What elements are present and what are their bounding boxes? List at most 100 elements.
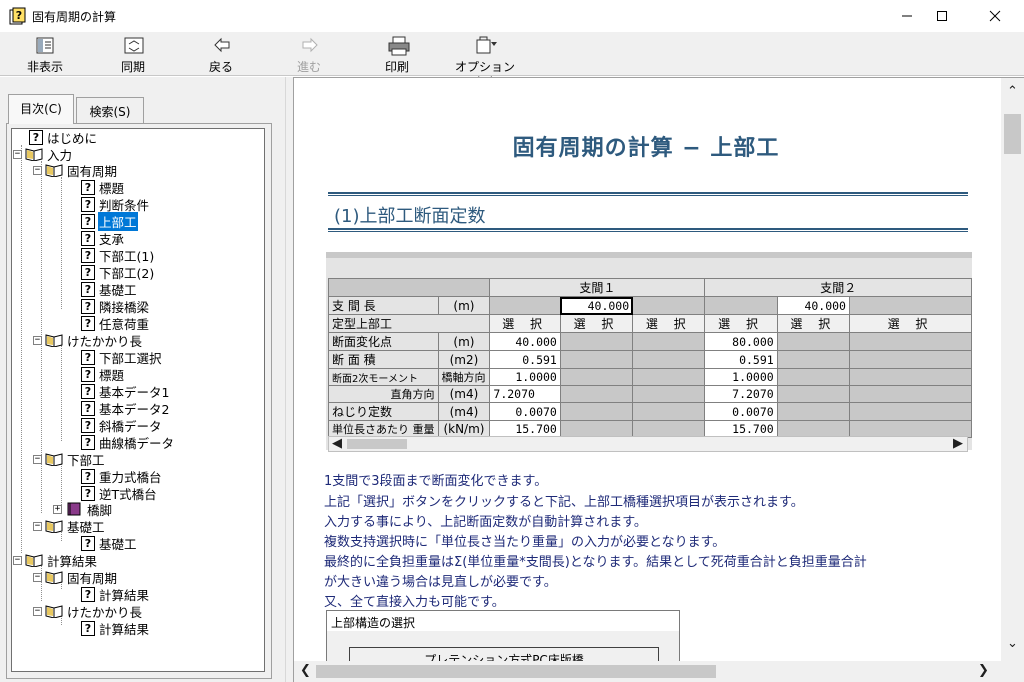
body-text-line: 最終的に全負担重量はΣ(単位重量*支間長)となります。結果として死荷重合計と負担… xyxy=(324,555,867,570)
collapse-icon[interactable]: − xyxy=(33,454,42,464)
row-label: 支 間 長 xyxy=(328,296,439,315)
tree-item[interactable]: ? 隣接橋梁 xyxy=(81,298,150,315)
select-button[interactable]: 選 択 xyxy=(704,314,778,333)
value-cell[interactable]: 40.000 xyxy=(489,332,561,351)
select-button[interactable]: 選 択 xyxy=(776,314,850,333)
tree-item[interactable]: ? 基礎工 xyxy=(81,281,138,298)
value-cell[interactable]: 80.000 xyxy=(704,332,778,351)
tree-item[interactable]: − 固有周期 xyxy=(33,162,118,179)
span2-length-cell[interactable]: 40.000 xyxy=(776,296,850,315)
value-cell[interactable]: 0.0070 xyxy=(489,402,561,421)
collapse-icon[interactable]: − xyxy=(13,149,22,159)
tree-item[interactable]: + 橋脚 xyxy=(53,501,113,518)
help-page-icon: ? xyxy=(81,230,95,246)
help-page-icon: ? xyxy=(81,298,95,314)
tree-item[interactable]: − 固有周期 xyxy=(33,569,118,586)
scroll-down-icon[interactable]: ⌄ xyxy=(1007,636,1018,651)
tree-item-selected[interactable]: ? 上部工 xyxy=(81,211,138,231)
tree-item[interactable]: − けたかかり長 xyxy=(33,332,143,349)
select-button[interactable]: 選 択 xyxy=(848,314,973,333)
pane-splitter[interactable] xyxy=(285,77,293,682)
tree-item[interactable]: ? 標題 xyxy=(81,366,125,383)
scroll-right-icon[interactable]: ❯ xyxy=(978,663,989,678)
tree-item[interactable]: − けたかかり長 xyxy=(33,603,143,620)
tree-item[interactable]: ? 斜橋データ xyxy=(81,417,163,434)
collapse-icon[interactable]: − xyxy=(33,521,42,531)
value-cell[interactable]: 7.2070 xyxy=(704,385,778,403)
scroll-left-icon[interactable]: ◀ xyxy=(332,436,342,451)
options-button[interactable]: オプション(O) xyxy=(450,32,520,89)
value-cell[interactable]: 1.0000 xyxy=(704,368,778,386)
scroll-thumb[interactable] xyxy=(347,439,407,449)
tree-item[interactable]: ? 判断条件 xyxy=(81,196,150,213)
sync-button[interactable]: 同期 xyxy=(98,32,168,76)
scroll-thumb[interactable] xyxy=(316,665,716,678)
print-button[interactable]: 印刷 xyxy=(362,32,432,76)
tree-item[interactable]: ? 標題 xyxy=(81,179,125,196)
tree-item[interactable]: ? 基本データ1 xyxy=(81,383,170,400)
help-content-pane: 固有周期の計算 − 上部工 (1)上部工断面定数 支間１ 支間２ 支 間 長 (… xyxy=(293,77,1024,682)
tree-item[interactable]: ? 計算結果 xyxy=(81,620,150,637)
maximize-button[interactable] xyxy=(919,0,965,32)
tree-item[interactable]: ? 基礎工 xyxy=(81,535,138,552)
help-page-icon: ? xyxy=(81,417,95,433)
tree-item[interactable]: ? 重力式橋台 xyxy=(81,468,163,485)
open-book-icon xyxy=(45,334,63,347)
svg-text:?: ? xyxy=(16,9,22,22)
select-button[interactable]: 選 択 xyxy=(632,314,706,333)
tree-item[interactable]: − 入力 xyxy=(13,146,73,163)
body-text-line: 入力する事により、上記断面定数が自動計算されます。 xyxy=(324,515,647,530)
span1-length-cell[interactable]: 40.000 xyxy=(559,296,634,315)
tree-item[interactable]: ? 下部工(1) xyxy=(81,247,155,264)
collapse-icon[interactable]: − xyxy=(13,555,22,565)
row-sublabel: 橋軸方向 xyxy=(437,368,491,386)
tree-item[interactable]: ? 基本データ2 xyxy=(81,400,170,417)
tree-item[interactable]: ? 曲線橋データ xyxy=(81,434,175,451)
collapse-icon[interactable]: − xyxy=(33,606,42,616)
value-cell[interactable]: 0.591 xyxy=(489,350,561,369)
tree-item[interactable]: ? 下部工選択 xyxy=(81,349,163,366)
grid-horizontal-scrollbar[interactable]: ◀ ▶ xyxy=(328,436,968,452)
select-button[interactable]: 選 択 xyxy=(489,314,561,333)
content-horizontal-scrollbar[interactable]: ❮ ❯ xyxy=(294,661,1001,682)
section-properties-grid-image: 支間１ 支間２ 支 間 長 (m) 40.000 40.000 定型上部工 選 … xyxy=(326,252,973,452)
value-cell[interactable]: 0.591 xyxy=(704,350,778,369)
unit-label: (kN/m) xyxy=(437,420,491,438)
collapse-icon[interactable]: − xyxy=(33,335,42,345)
value-cell[interactable]: 15.700 xyxy=(489,420,561,438)
tree-item[interactable]: ? 計算結果 xyxy=(81,586,150,603)
body-text-line: が大きい違う場合は見直しが必要です。 xyxy=(324,575,557,590)
help-page-icon: ? xyxy=(81,620,95,636)
value-cell[interactable]: 0.0070 xyxy=(704,402,778,421)
row-label: 断面変化点 xyxy=(328,332,439,351)
content-vertical-scrollbar[interactable]: ⌃ ⌄ xyxy=(1001,78,1024,661)
scroll-left-icon[interactable]: ❮ xyxy=(300,663,311,678)
scroll-right-icon[interactable]: ▶ xyxy=(953,436,963,451)
tree-item[interactable]: − 計算結果 xyxy=(13,552,98,569)
tree-item[interactable]: − 下部工 xyxy=(33,451,106,468)
collapse-icon[interactable]: − xyxy=(33,572,42,582)
value-cell[interactable]: 1.0000 xyxy=(489,368,561,386)
scroll-up-icon[interactable]: ⌃ xyxy=(1007,84,1018,99)
scroll-thumb[interactable] xyxy=(1004,114,1021,154)
scroll-corner xyxy=(1001,661,1024,682)
tab-search[interactable]: 検索(S) xyxy=(76,97,144,123)
select-button[interactable]: 選 択 xyxy=(559,314,634,333)
collapse-icon[interactable]: − xyxy=(33,165,42,175)
value-cell[interactable]: 7.2070 xyxy=(489,385,561,403)
tree-item[interactable]: − 基礎工 xyxy=(33,518,106,535)
tree-item[interactable]: ? 支承 xyxy=(81,230,125,247)
back-button[interactable]: 戻る xyxy=(186,32,256,76)
tab-contents[interactable]: 目次(C) xyxy=(8,94,74,124)
expand-icon[interactable]: + xyxy=(53,504,62,514)
help-page-icon: ? xyxy=(29,129,43,145)
tree-item[interactable]: ? はじめに xyxy=(29,129,98,146)
close-button[interactable] xyxy=(972,0,1018,32)
hide-button[interactable]: 非表示 xyxy=(10,32,80,76)
tree-item[interactable]: ? 下部工(2) xyxy=(81,264,155,281)
value-cell[interactable]: 15.700 xyxy=(704,420,778,438)
tree-item[interactable]: ? 任意荷重 xyxy=(81,315,150,332)
window-title: 固有周期の計算 xyxy=(32,10,117,24)
unit-label: (m4) xyxy=(437,402,491,421)
forward-button[interactable]: 進む xyxy=(274,32,344,76)
